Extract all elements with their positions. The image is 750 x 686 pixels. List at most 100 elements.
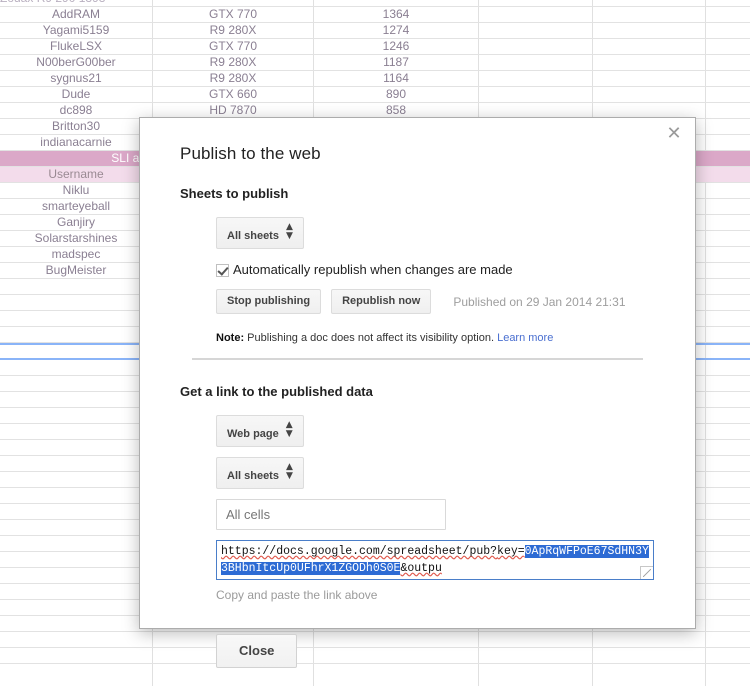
- cell-username: [0, 376, 152, 391]
- cell-username: [0, 392, 152, 407]
- cell-score: 858: [385, 103, 407, 117]
- publish-to-web-dialog: ✕ Publish to the web Sheets to publish A…: [139, 117, 696, 668]
- table-row[interactable]: N00berG00ber R9 280X 1187: [0, 55, 750, 71]
- link-controls: Web page ▲▼ All sheets ▲▼ https://docs.goo…: [180, 415, 655, 602]
- cells-range-input[interactable]: [216, 499, 446, 530]
- copy-hint: Copy and paste the link above: [216, 588, 378, 602]
- cell-username: Niklu: [62, 183, 90, 197]
- publish-actions: Stop publishing Republish now Published …: [216, 289, 655, 314]
- table-row[interactable]: AddRAM GTX 770 1364: [0, 7, 750, 23]
- url-suffix: &outpu: [400, 562, 442, 575]
- cell-username: dc898: [59, 103, 93, 117]
- cell-username: [0, 568, 152, 583]
- cell-username: Ganjiry: [56, 215, 95, 229]
- url-key-label: key=: [497, 545, 525, 558]
- link-sheets-select-value: All sheets: [227, 470, 279, 482]
- cell-username: smarteyeball: [41, 199, 111, 213]
- published-url-textarea[interactable]: https://docs.google.com/spreadsheet/pub?…: [216, 540, 654, 580]
- cell-username: indianacarnie: [40, 135, 112, 149]
- cell-username: [0, 360, 152, 375]
- cell-username: [0, 584, 152, 599]
- table-row[interactable]: FlukeLSX GTX 770 1246: [0, 39, 750, 55]
- cell-gpu: R9 280X: [209, 23, 257, 37]
- visibility-note: Note: Publishing a doc does not affect i…: [216, 332, 655, 344]
- cell-username: [0, 520, 152, 535]
- get-link-heading: Get a link to the published data: [180, 384, 373, 399]
- cell-username: [0, 552, 152, 567]
- cell-score: 1393: [79, 0, 106, 5]
- cell-username: Britton30: [51, 119, 101, 133]
- table-row[interactable]: Zodax R9 290 1393: [0, 0, 750, 7]
- cell-username: Solarstarshines: [34, 231, 118, 245]
- sheets-to-publish-select[interactable]: All sheets ▲ ▼: [216, 217, 304, 249]
- publish-controls: All sheets ▲ ▼ Automatically republish whe…: [180, 217, 655, 344]
- cell-username: [0, 536, 152, 551]
- link-sheets-select[interactable]: All sheets ▲ ▼: [216, 457, 304, 489]
- learn-more-link[interactable]: Learn more: [497, 332, 553, 344]
- chevron-updown-icon: ▲ ▼: [285, 222, 293, 241]
- cell-gpu: GTX 770: [208, 39, 258, 53]
- auto-republish-checkbox[interactable]: [216, 264, 229, 277]
- close-icon[interactable]: ✕: [663, 124, 685, 146]
- table-row[interactable]: sygnus21 R9 280X 1164: [0, 71, 750, 87]
- cell-username: [0, 600, 152, 615]
- cell-username: FlukeLSX: [49, 39, 103, 53]
- note-text: Publishing a doc does not affect its vis…: [247, 332, 495, 344]
- cell-username: [0, 295, 152, 310]
- cell-username: Zodax: [0, 0, 33, 5]
- cell-username: [0, 456, 152, 471]
- cell-gpu: R9 280X: [209, 55, 257, 69]
- cell-score: 1187: [383, 55, 409, 69]
- url-prefix: https://docs.google.com/spreadsheet/pub?: [221, 545, 498, 558]
- cell-username: sygnus21: [50, 71, 102, 85]
- output-format-select[interactable]: Web page ▲ ▼: [216, 415, 304, 447]
- cell-username: madspec: [51, 247, 101, 261]
- cell-score: 1364: [382, 7, 410, 21]
- cell-username: Username: [48, 167, 104, 181]
- cell-score: 1274: [382, 23, 410, 37]
- chevron-updown-icon: ▲ ▼: [285, 420, 293, 439]
- cell-username: [0, 504, 152, 519]
- cell-gpu: R9 290: [37, 0, 76, 5]
- auto-republish-row[interactable]: Automatically republish when changes are…: [216, 262, 655, 278]
- cell-gpu: R9 280X: [209, 71, 257, 85]
- cell-username: [0, 279, 152, 294]
- cell-score: 1246: [382, 39, 410, 53]
- table-row[interactable]: Dude GTX 660 890: [0, 87, 750, 103]
- sheets-to-publish-select-value: All sheets: [227, 230, 279, 242]
- cell-username: [0, 311, 152, 326]
- cell-username: BugMeister: [45, 263, 107, 277]
- note-prefix: Note:: [216, 332, 245, 344]
- cell-username: [0, 472, 152, 487]
- cell-username: SLI an: [111, 151, 146, 165]
- stop-publishing-button[interactable]: Stop publishing: [216, 289, 322, 314]
- cell-score: 1164: [383, 71, 409, 85]
- table-row[interactable]: Yagami5159 R9 280X 1274: [0, 23, 750, 39]
- cell-username: [0, 440, 152, 455]
- chevron-updown-icon: ▲ ▼: [285, 462, 293, 481]
- cell-username: [0, 345, 152, 360]
- cell-username: [0, 327, 152, 342]
- republish-now-button[interactable]: Republish now: [331, 289, 432, 314]
- cell-gpu: GTX 660: [208, 87, 258, 101]
- cell-username: [0, 632, 152, 647]
- cell-gpu: HD 7870: [209, 103, 257, 117]
- page-title: Publish to the web: [180, 144, 321, 163]
- cell-username: [0, 408, 152, 423]
- cell-username: Yagami5159: [42, 23, 110, 37]
- cell-username: AddRAM: [51, 7, 101, 21]
- cell-username: N00berG00ber: [36, 55, 116, 69]
- sheets-to-publish-heading: Sheets to publish: [180, 186, 289, 201]
- cell-username: [0, 616, 152, 631]
- close-button[interactable]: Close: [216, 634, 298, 668]
- resize-handle-icon[interactable]: [640, 566, 653, 579]
- cell-username: Dude: [61, 87, 91, 101]
- cell-username: [0, 424, 152, 439]
- published-status: Published on 29 Jan 2014 21:31: [453, 294, 626, 309]
- auto-republish-label: Automatically republish when changes are…: [233, 262, 513, 277]
- cell-username: [0, 488, 152, 503]
- output-format-select-value: Web page: [227, 428, 279, 440]
- divider: [192, 358, 643, 360]
- cell-score: 890: [385, 87, 407, 101]
- cell-gpu: GTX 770: [208, 7, 258, 21]
